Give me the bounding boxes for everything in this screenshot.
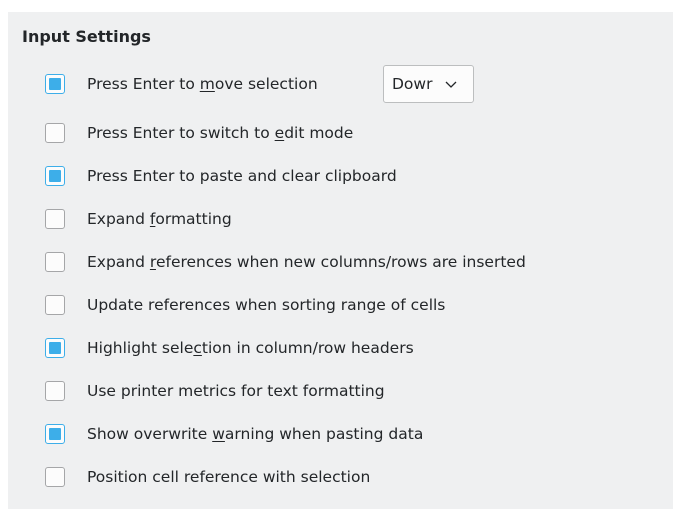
option-label: Update references when sorting range of … — [87, 296, 446, 314]
option-position-cell-reference[interactable]: Position cell reference with selection — [45, 463, 370, 491]
input-settings-panel: Input Settings Press Enter to move selec… — [8, 12, 673, 509]
checkbox-expand-formatting[interactable] — [45, 209, 65, 229]
checkbox-overwrite-warning[interactable] — [45, 424, 65, 444]
checkbox-highlight-selection[interactable] — [45, 338, 65, 358]
option-switch-edit-mode[interactable]: Press Enter to switch to edit mode — [45, 119, 353, 147]
option-move-selection[interactable]: Press Enter to move selection — [45, 70, 318, 98]
option-expand-references[interactable]: Expand references when new columns/rows … — [45, 248, 526, 276]
option-paste-clear-clipboard[interactable]: Press Enter to paste and clear clipboard — [45, 162, 397, 190]
checkbox-position-cell-reference[interactable] — [45, 467, 65, 487]
move-direction-dropdown[interactable]: Dowr — [383, 65, 474, 103]
option-label: Show overwrite warning when pasting data — [87, 425, 424, 443]
option-update-references-sorting[interactable]: Update references when sorting range of … — [45, 291, 445, 319]
checkbox-update-references-sorting[interactable] — [45, 295, 65, 315]
option-label: Highlight selection in column/row header… — [87, 339, 414, 357]
checkbox-paste-clear-clipboard[interactable] — [45, 166, 65, 186]
option-overwrite-warning[interactable]: Show overwrite warning when pasting data — [45, 420, 423, 448]
option-printer-metrics[interactable]: Use printer metrics for text formatting — [45, 377, 385, 405]
section-title: Input Settings — [22, 27, 151, 46]
option-label: Press Enter to move selection — [87, 75, 318, 93]
checkbox-switch-edit-mode[interactable] — [45, 123, 65, 143]
move-direction-value: Dowr — [392, 75, 433, 93]
chevron-down-icon — [445, 81, 457, 88]
checkbox-move-selection[interactable] — [45, 74, 65, 94]
option-label: Use printer metrics for text formatting — [87, 382, 385, 400]
checkbox-printer-metrics[interactable] — [45, 381, 65, 401]
option-expand-formatting[interactable]: Expand formatting — [45, 205, 232, 233]
option-label: Press Enter to switch to edit mode — [87, 124, 354, 142]
option-label: Expand formatting — [87, 210, 232, 228]
option-label: Press Enter to paste and clear clipboard — [87, 167, 397, 185]
option-label: Position cell reference with selection — [87, 468, 371, 486]
option-highlight-selection[interactable]: Highlight selection in column/row header… — [45, 334, 414, 362]
checkbox-expand-references[interactable] — [45, 252, 65, 272]
option-label: Expand references when new columns/rows … — [87, 253, 526, 271]
